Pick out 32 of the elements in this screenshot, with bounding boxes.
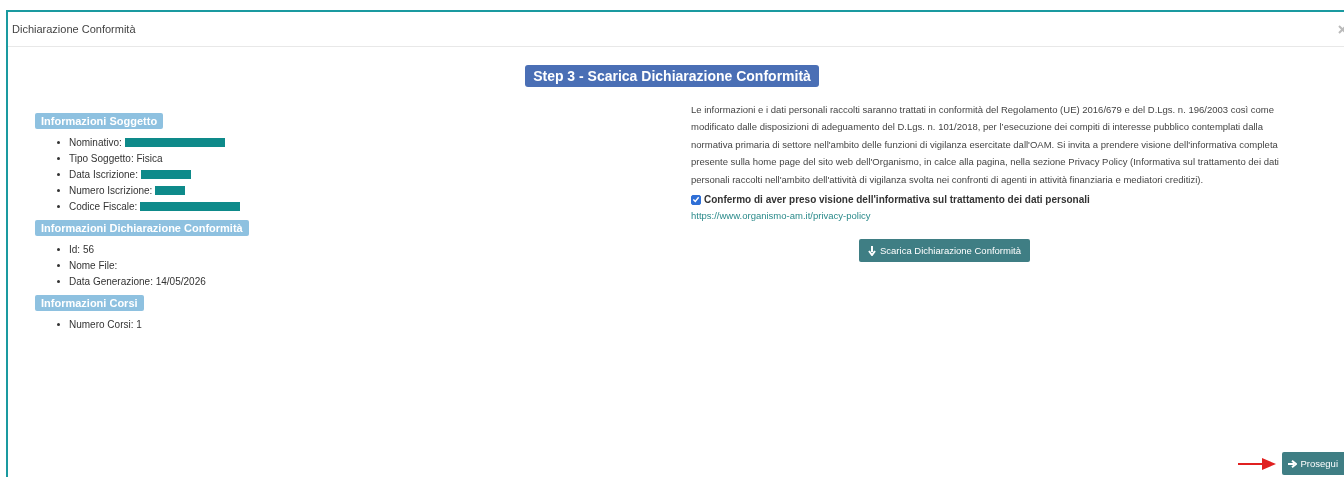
download-button[interactable]: Scarica Dichiarazione Conformità [859,239,1030,263]
privacy-link[interactable]: https://www.organismo-am.it/privacy-policy [691,210,871,222]
section-label: Informazioni Dichiarazione Conformità [35,220,249,236]
next-button[interactable]: Prosegui [1281,452,1344,475]
bullet-icon [57,322,60,326]
download-icon [868,245,876,256]
bullet-icon [57,156,60,160]
info-text: Nome File: [69,259,118,271]
info-text: Numero Corsi: 1 [69,318,142,330]
window-title: Dichiarazione Conformità [12,23,136,35]
arrow-right-icon [1287,459,1297,468]
info-text: Data Iscrizione: [69,168,138,180]
step-heading: Step 3 - Scarica Dichiarazione Conformità [525,65,819,87]
info-text: Tipo Soggetto: Fisica [69,152,163,164]
info-text: Numero Iscrizione: [69,184,153,196]
section-label: Informazioni Soggetto [35,113,164,129]
section-label: Informazioni Corsi [35,295,144,311]
privacy-paragraph: Le informazioni e i dati personali raccolti saranno trattati in conformità del Regolamento (UE) 2016/679 e del D.Lgs. n. 196/2003 così come modificato dalle disposizioni di adeguamento del D.Lgs. n. 101/2018, per l’esecuzione dei compiti di interesse pubblico contemplati dalla normativa primaria di settore nell'ambito delle funzioni di vigilanza esercitate dall'OAM. Si invita a prendere visione dell'informativa completa presente sulla home page del sito web dell'Organismo, in calce alla pagina, nella sezione Privacy Policy (Informativa sul trattamento dei dati personali raccolti nell'ambito dell'attività di vigilanza svolta nei confronti di agenti in attività finanziaria e mediatori creditizi). [691,103,1280,187]
info-text: Data Generazione: 14/05/2026 [69,275,206,287]
info-text: Nominativo: [69,136,122,148]
consent-checkbox[interactable] [691,194,701,205]
bullet-icon [57,263,60,267]
bullet-icon [57,172,60,176]
info-text: Codice Fiscale: [69,200,138,212]
bullet-icon [57,140,60,144]
info-text: Id: 56 [69,243,95,255]
arrow-icon [1237,457,1276,470]
consent-label: Confermo di aver preso visione dell'informativa sul trattamento dei dati personali [704,194,1090,206]
bullet-icon [57,188,60,192]
bullet-icon [57,247,60,251]
bullet-icon [57,279,60,283]
bullet-icon [57,204,60,208]
